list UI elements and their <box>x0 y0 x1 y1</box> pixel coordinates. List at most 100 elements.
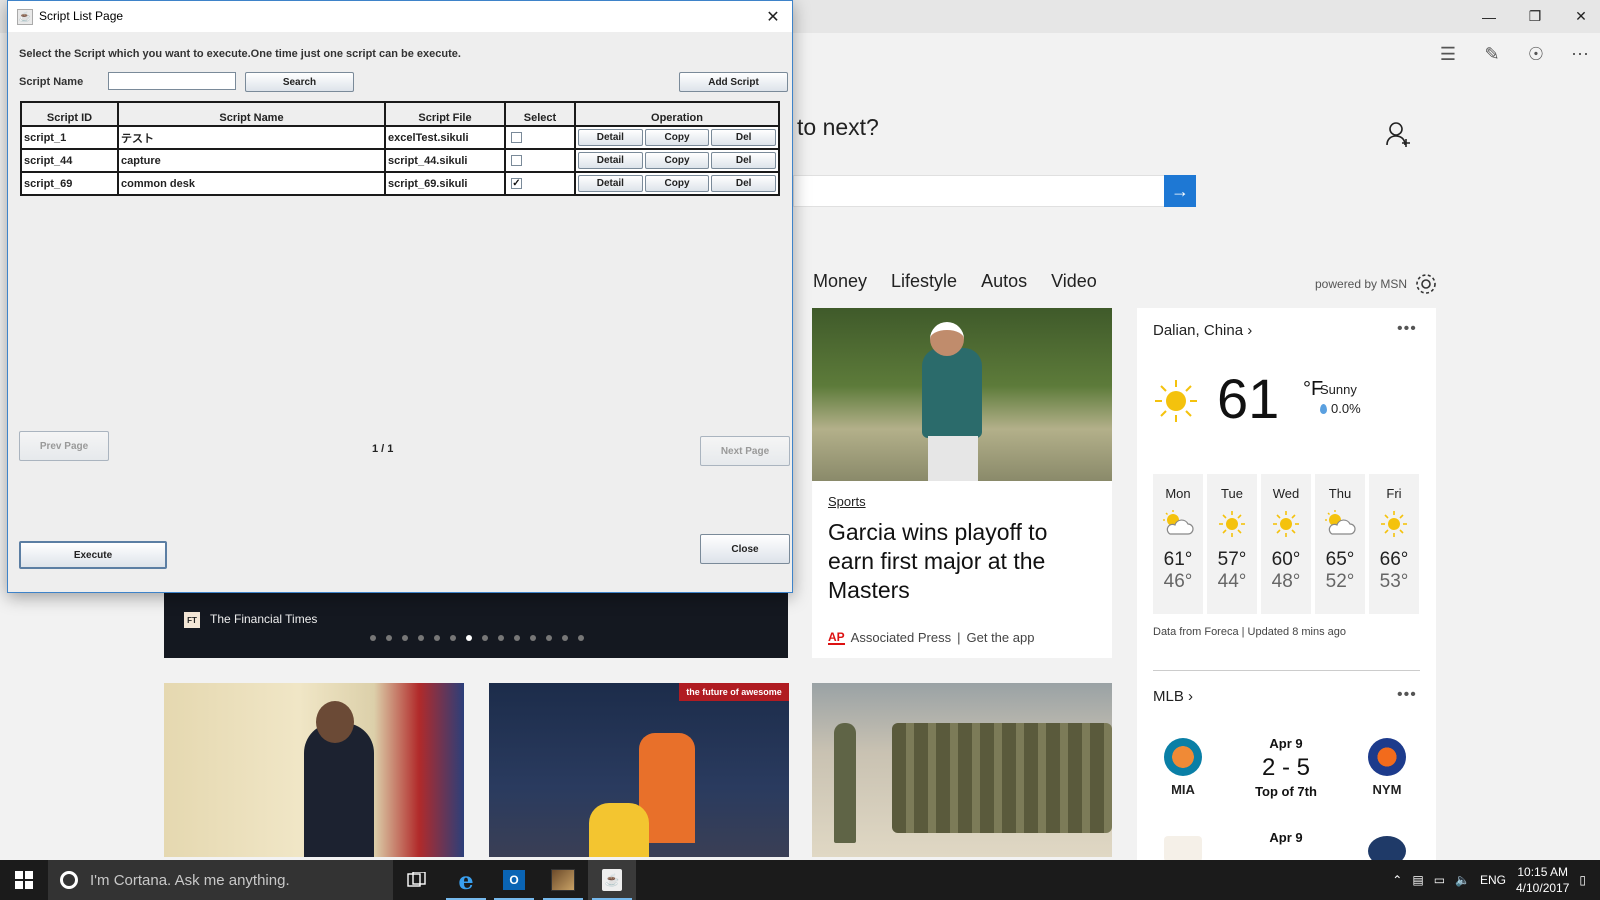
copy-button[interactable]: Copy <box>644 152 710 169</box>
column-header[interactable]: Script ID <box>20 101 119 127</box>
cell-script-id[interactable]: script_44 <box>20 148 119 173</box>
prev-page-button[interactable]: Prev Page <box>19 431 109 461</box>
script-name-label: Script Name <box>19 76 84 88</box>
del-button[interactable]: Del <box>711 152 777 169</box>
add-user-icon[interactable] <box>1385 120 1413 148</box>
more-icon[interactable]: ⋯ <box>1568 42 1592 66</box>
team-away[interactable]: MIA <box>1153 738 1213 797</box>
category-money[interactable]: Money <box>813 271 867 292</box>
news-photo-soldiers[interactable] <box>812 683 1112 857</box>
restore-button[interactable]: ❐ <box>1512 0 1558 33</box>
ntp-search-input[interactable] <box>793 175 1165 207</box>
outlook-icon[interactable]: O <box>490 860 538 900</box>
dialog-close-button[interactable]: ✕ <box>762 6 784 28</box>
copy-button[interactable]: Copy <box>644 129 710 146</box>
sun-icon <box>1369 507 1419 541</box>
close-button[interactable]: Close <box>700 534 790 564</box>
clock[interactable]: 10:15 AM 4/10/2017 <box>1516 864 1569 896</box>
detail-button[interactable]: Detail <box>578 129 643 146</box>
column-header[interactable]: Script File <box>384 101 506 127</box>
cell-script-id[interactable]: script_69 <box>20 171 119 196</box>
select-checkbox[interactable] <box>511 155 522 167</box>
detail-button[interactable]: Detail <box>578 152 643 169</box>
search-button[interactable]: Search <box>245 72 354 92</box>
category-lifestyle[interactable]: Lifestyle <box>891 271 957 292</box>
category-video[interactable]: Video <box>1051 271 1097 292</box>
app-icon[interactable] <box>539 860 587 900</box>
volume-icon[interactable]: 🔈 <box>1455 873 1470 887</box>
copy-button[interactable]: Copy <box>644 175 710 192</box>
cell-script-name[interactable]: テスト <box>117 125 386 150</box>
hub-icon[interactable]: ☰ <box>1436 42 1460 66</box>
start-button[interactable] <box>0 860 48 900</box>
category-autos[interactable]: Autos <box>981 271 1027 292</box>
ft-source: The Financial Times <box>210 612 318 626</box>
network-icon[interactable]: ▤ <box>1412 873 1423 887</box>
notifications-icon[interactable]: ▯ <box>1579 873 1586 887</box>
get-app-link[interactable]: Get the app <box>967 630 1035 645</box>
cell-select <box>504 125 576 150</box>
news-card-golf[interactable]: Sports Garcia wins playoff to earn first… <box>812 308 1112 658</box>
java-app-icon[interactable]: ☕ <box>588 860 636 900</box>
dialog-titlebar[interactable]: ☕ Script List Page ✕ <box>8 1 792 32</box>
minimize-button[interactable]: — <box>1466 0 1512 33</box>
mlb-more-icon[interactable]: ••• <box>1397 686 1417 704</box>
banner-text: the future of awesome <box>679 683 789 701</box>
search-go-button[interactable]: → <box>1164 175 1196 207</box>
gear-icon[interactable] <box>1414 272 1438 296</box>
ntp-question: to next? <box>797 114 879 140</box>
share-icon[interactable]: ☉ <box>1524 42 1548 66</box>
forecast-day[interactable]: Mon 61° 46° <box>1153 474 1203 614</box>
news-photo-obama[interactable] <box>164 683 464 857</box>
java-icon: ☕ <box>17 9 33 25</box>
script-name-input[interactable] <box>108 72 236 90</box>
forecast-day[interactable]: Tue 57° 44° <box>1207 474 1257 614</box>
cell-script-file[interactable]: script_44.sikuli <box>384 148 506 173</box>
table-row[interactable]: script_1 テスト excelTest.sikuli Detail Copy Del <box>20 125 780 150</box>
chevron-up-icon[interactable]: ⌃ <box>1392 873 1402 887</box>
cell-script-file[interactable]: script_69.sikuli <box>384 171 506 196</box>
sports-tag[interactable]: Sports <box>828 494 866 509</box>
column-header[interactable]: Script Name <box>117 101 386 127</box>
forecast-day[interactable]: Wed 60° 48° <box>1261 474 1311 614</box>
select-checkbox[interactable]: ✓ <box>511 178 522 190</box>
weather-more-icon[interactable]: ••• <box>1397 320 1417 338</box>
cell-script-file[interactable]: excelTest.sikuli <box>384 125 506 150</box>
table-row[interactable]: script_69 common desk script_69.sikuli ✓ Det… <box>20 171 780 196</box>
close-window-button[interactable]: ✕ <box>1558 0 1600 33</box>
weather-city[interactable]: Dalian, China › <box>1153 322 1252 339</box>
cell-script-name[interactable]: common desk <box>117 171 386 196</box>
day-name: Fri <box>1386 486 1402 501</box>
task-view-icon[interactable] <box>393 860 441 900</box>
next-page-button[interactable]: Next Page <box>700 436 790 466</box>
golf-source: AP Associated Press | Get the app <box>828 629 1035 645</box>
carousel-dots[interactable] <box>370 635 584 641</box>
cell-script-id[interactable]: script_1 <box>20 125 119 150</box>
select-checkbox[interactable] <box>511 132 522 144</box>
day-name: Mon <box>1165 486 1191 501</box>
edge-icon[interactable]: e <box>442 860 490 900</box>
del-button[interactable]: Del <box>711 175 777 192</box>
column-header[interactable]: Select <box>504 101 576 127</box>
column-header[interactable]: Operation <box>574 101 780 127</box>
add-script-button[interactable]: Add Script <box>679 72 788 92</box>
web-note-icon[interactable]: ✎ <box>1480 42 1504 66</box>
team-home[interactable]: NYM <box>1357 738 1417 797</box>
golf-headline[interactable]: Garcia wins playoff to earn first major … <box>828 518 1078 605</box>
language-indicator[interactable]: ENG <box>1480 873 1506 887</box>
instruction-text: Select the Script which you want to exec… <box>19 48 461 60</box>
cortana-search[interactable]: I'm Cortana. Ask me anything. <box>48 860 393 900</box>
cell-script-name[interactable]: capture <box>117 148 386 173</box>
detail-button[interactable]: Detail <box>578 175 643 192</box>
precip: 0.0% <box>1320 401 1361 416</box>
game-status: Top of 7th <box>1255 784 1317 799</box>
del-button[interactable]: Del <box>711 129 777 146</box>
news-photo-basketball[interactable]: the future of awesome <box>489 683 789 857</box>
table-row[interactable]: script_44 capture script_44.sikuli Detail Co… <box>20 148 780 173</box>
forecast-day[interactable]: Thu 65° 52° <box>1315 474 1365 614</box>
forecast-day[interactable]: Fri 66° 53° <box>1369 474 1419 614</box>
display-icon[interactable]: ▭ <box>1434 873 1445 887</box>
mlb-title[interactable]: MLB › <box>1153 688 1193 705</box>
execute-button[interactable]: Execute <box>19 541 167 569</box>
marlins-logo <box>1164 738 1202 776</box>
